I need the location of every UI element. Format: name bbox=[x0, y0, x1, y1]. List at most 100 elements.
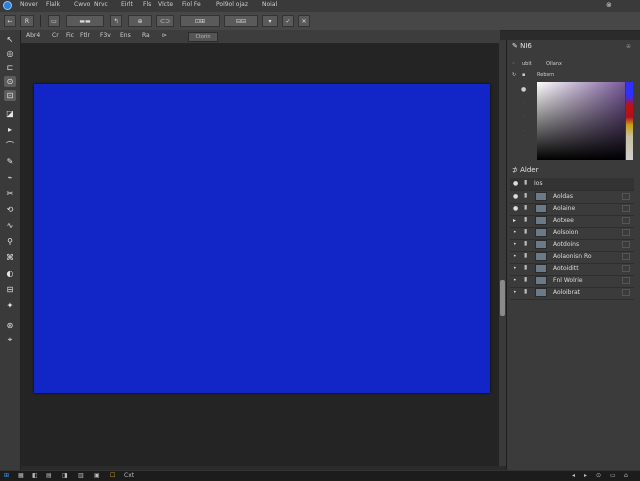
visibility-icon[interactable]: ● bbox=[513, 193, 518, 200]
visibility-icon[interactable]: • bbox=[513, 277, 517, 284]
option-input[interactable]: Ctorin bbox=[188, 32, 218, 42]
layer-name[interactable]: Aotxee bbox=[553, 217, 574, 224]
taskbar-app-icon[interactable]: ◧ bbox=[32, 472, 38, 479]
panel-menu-icon[interactable]: ⊕ bbox=[626, 43, 631, 50]
option-7[interactable]: Ra bbox=[142, 32, 150, 39]
dropdown-button[interactable]: ▾ bbox=[262, 15, 278, 27]
eraser-tool-icon[interactable]: ∿ bbox=[4, 220, 16, 231]
option-8[interactable]: ⊳ bbox=[162, 32, 167, 39]
hand-tool-icon[interactable]: ✦ bbox=[4, 300, 16, 311]
taskbar-app-icon[interactable]: ▦ bbox=[18, 472, 24, 479]
layer-name[interactable]: Aotoiditt bbox=[553, 265, 579, 272]
menu-item-file[interactable]: Nover bbox=[20, 1, 38, 8]
shape-tool-icon[interactable]: ⊟ bbox=[4, 284, 16, 295]
taskbar-app-icon[interactable]: ▥ bbox=[78, 472, 84, 479]
menu-item-10[interactable]: Noial bbox=[262, 1, 277, 8]
tray-icon[interactable]: ⊙ bbox=[596, 472, 601, 479]
link-button[interactable]: ⊂⊃ bbox=[156, 15, 174, 27]
cancel-button[interactable]: ✕ bbox=[298, 15, 310, 27]
marquee-tool-icon[interactable]: ◎ bbox=[4, 48, 16, 59]
crop-tool-icon[interactable]: ⊡ bbox=[4, 90, 16, 101]
layer-mask-icon[interactable] bbox=[622, 265, 630, 272]
healing-tool-icon[interactable]: ⌒ bbox=[4, 140, 16, 151]
tray-icon[interactable]: ▭ bbox=[610, 472, 616, 479]
layer-mask-icon[interactable] bbox=[622, 193, 630, 200]
lasso-tool-icon[interactable]: ⊏ bbox=[4, 62, 16, 73]
option-1[interactable]: Abr4 bbox=[26, 32, 40, 39]
add-button[interactable]: ⊕ bbox=[128, 15, 152, 27]
lock-icon[interactable]: ▮ bbox=[524, 216, 527, 223]
taskbar-app-icon[interactable]: ▤ bbox=[46, 472, 52, 479]
layer-name[interactable]: Fnl Wolrie bbox=[553, 277, 583, 284]
tray-icon[interactable]: ▸ bbox=[584, 472, 587, 479]
lock-icon[interactable]: ▮ bbox=[524, 192, 527, 199]
panel-option-icon[interactable]: ◦ bbox=[512, 61, 515, 67]
layer-name[interactable]: Aolaonisn Ro bbox=[553, 253, 592, 260]
color-panel-mode[interactable]: ubit bbox=[522, 61, 532, 67]
rotate-button[interactable]: R bbox=[20, 15, 34, 27]
frame-button[interactable]: ▭ bbox=[48, 15, 60, 27]
menu-item-4[interactable]: Nrvc bbox=[94, 1, 108, 8]
option-5[interactable]: F3v bbox=[100, 32, 111, 39]
brush-tool-icon[interactable]: ✎ bbox=[4, 156, 16, 167]
visibility-icon[interactable]: ● bbox=[513, 205, 518, 212]
frame-tool-icon[interactable]: ◪ bbox=[4, 108, 16, 119]
menu-item-3[interactable]: Cwvo bbox=[74, 1, 90, 8]
align-button[interactable]: ⊟⊟ bbox=[224, 15, 258, 27]
option-6[interactable]: Ens bbox=[120, 32, 131, 39]
color-picker-field[interactable] bbox=[537, 82, 625, 160]
visibility-icon[interactable]: • bbox=[513, 241, 517, 248]
menu-item-5[interactable]: Eirlt bbox=[121, 1, 133, 8]
layer-mask-icon[interactable] bbox=[622, 205, 630, 212]
layer-name[interactable]: Aoldas bbox=[553, 193, 573, 200]
menu-item-8[interactable]: Fiol Fe bbox=[182, 1, 201, 8]
option-4[interactable]: Ftlr bbox=[80, 32, 90, 39]
hue-slider[interactable] bbox=[626, 82, 633, 160]
layer-name[interactable]: Aoloibrat bbox=[553, 289, 580, 296]
tray-icon[interactable]: ◂ bbox=[572, 472, 575, 479]
history-brush-tool-icon[interactable]: ⟲ bbox=[4, 204, 16, 215]
eyedropper-tool-icon[interactable]: ▸ bbox=[4, 124, 16, 135]
layer-name[interactable]: Aolsoion bbox=[553, 229, 578, 236]
color-swatch-icon[interactable]: ⌖ bbox=[4, 334, 16, 345]
move-tool-icon[interactable]: ↖ bbox=[4, 34, 16, 45]
taskbar-folder-icon[interactable]: ☐ bbox=[110, 472, 115, 479]
lock-icon[interactable]: ▮ bbox=[524, 288, 527, 295]
taskbar-active-app[interactable]: Cxt bbox=[124, 472, 134, 479]
arrange-button[interactable]: ⊡⊞ bbox=[180, 15, 220, 27]
lock-icon[interactable]: ▮ bbox=[524, 179, 527, 186]
undo-button[interactable]: ↰ bbox=[110, 15, 122, 27]
option-3[interactable]: Fic bbox=[66, 32, 74, 39]
taskbar-app-icon[interactable]: ◨ bbox=[62, 472, 68, 479]
lock-icon[interactable]: ▮ bbox=[524, 276, 527, 283]
back-button[interactable]: ← bbox=[4, 15, 16, 27]
menu-item-7[interactable]: Vlcte bbox=[158, 1, 173, 8]
visibility-icon[interactable]: • bbox=[513, 229, 517, 236]
swap-icon[interactable]: ↻ bbox=[512, 72, 516, 78]
taskbar-app-icon[interactable]: ▣ bbox=[94, 472, 100, 479]
visibility-icon[interactable]: • bbox=[513, 289, 517, 296]
tray-icon[interactable]: ⌂ bbox=[624, 472, 628, 479]
eyedropper-icon[interactable]: ● bbox=[521, 86, 526, 93]
lock-icon[interactable]: ▮ bbox=[524, 228, 527, 235]
dodge-tool-icon[interactable]: ◐ bbox=[4, 268, 16, 279]
layer-mask-icon[interactable] bbox=[622, 241, 630, 248]
layer-name[interactable]: Aotdoins bbox=[553, 241, 579, 248]
expand-arrow-icon[interactable]: ▸ bbox=[513, 217, 516, 224]
gradient-tool-icon[interactable]: ⚲ bbox=[4, 236, 16, 247]
visibility-icon[interactable]: • bbox=[513, 253, 517, 260]
visibility-icon[interactable]: • bbox=[513, 265, 517, 272]
zoom-tool-icon[interactable]: ⊛ bbox=[4, 320, 16, 331]
lock-icon[interactable]: ▮ bbox=[524, 240, 527, 247]
layer-options-icon[interactable] bbox=[622, 289, 630, 296]
window-close-icon[interactable]: ⊗ bbox=[606, 1, 612, 9]
color-panel-option[interactable]: Ollanx bbox=[546, 61, 562, 67]
pen-tool-icon[interactable]: ⌘ bbox=[4, 252, 16, 263]
layer-mask-icon[interactable] bbox=[622, 253, 630, 260]
visibility-icon[interactable]: ● bbox=[513, 180, 518, 187]
menu-item-9[interactable]: Pol9ol ojaz bbox=[216, 1, 248, 8]
mode-field[interactable]: ▬▬ bbox=[66, 15, 104, 27]
slice-tool-icon[interactable]: ✂ bbox=[4, 188, 16, 199]
stamp-tool-icon[interactable]: ⌁ bbox=[4, 172, 16, 183]
lock-icon[interactable]: ▮ bbox=[524, 264, 527, 271]
